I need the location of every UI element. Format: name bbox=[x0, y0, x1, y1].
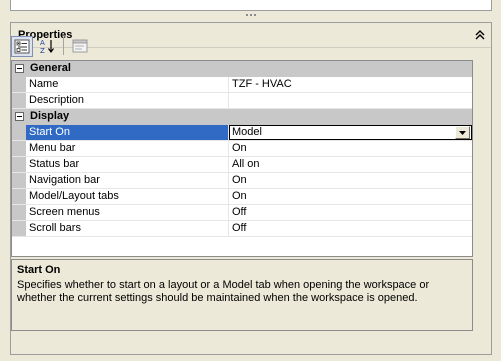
splitter-grip-icon bbox=[246, 14, 256, 16]
row-gutter bbox=[12, 189, 26, 204]
property-row-screen-menus[interactable]: Screen menus Off bbox=[12, 205, 472, 221]
property-value: Model bbox=[232, 126, 262, 138]
row-gutter bbox=[12, 125, 26, 140]
svg-text:A: A bbox=[40, 39, 45, 47]
property-value[interactable]: On bbox=[229, 141, 472, 156]
property-row-model-layout-tabs[interactable]: Model/Layout tabs On bbox=[12, 189, 472, 205]
property-name: Scroll bars bbox=[26, 221, 229, 236]
property-value[interactable]: All on bbox=[229, 157, 472, 172]
property-name: Start On bbox=[26, 125, 229, 140]
property-name: Name bbox=[26, 77, 229, 92]
row-gutter bbox=[12, 205, 26, 220]
row-gutter bbox=[12, 221, 26, 236]
property-value[interactable]: Off bbox=[229, 205, 472, 220]
property-pages-icon[interactable] bbox=[69, 36, 91, 57]
property-name: Description bbox=[26, 93, 229, 108]
row-gutter bbox=[12, 173, 26, 188]
property-value[interactable]: On bbox=[229, 189, 472, 204]
chevron-down-icon[interactable] bbox=[455, 126, 470, 139]
property-value[interactable]: On bbox=[229, 173, 472, 188]
category-label: General bbox=[30, 62, 71, 74]
row-gutter bbox=[12, 157, 26, 172]
property-row-status-bar[interactable]: Status bar All on bbox=[12, 157, 472, 173]
categorized-view-icon[interactable] bbox=[11, 35, 33, 57]
collapse-minus-icon[interactable] bbox=[12, 109, 26, 124]
toolbar-separator bbox=[63, 37, 64, 55]
property-row-description[interactable]: Description bbox=[12, 93, 472, 109]
property-name: Menu bar bbox=[26, 141, 229, 156]
property-name: Navigation bar bbox=[26, 173, 229, 188]
category-display[interactable]: Display bbox=[12, 109, 472, 125]
start-on-dropdown[interactable]: Model bbox=[229, 125, 472, 140]
property-grid: General Name TZF - HVAC Description Disp… bbox=[11, 60, 473, 257]
property-value[interactable] bbox=[229, 93, 472, 108]
property-value[interactable]: TZF - HVAC bbox=[229, 77, 472, 92]
alphabetical-sort-icon[interactable]: A Z bbox=[36, 36, 58, 57]
svg-text:Z: Z bbox=[40, 47, 45, 54]
collapse-minus-icon[interactable] bbox=[12, 61, 26, 76]
panel-splitter[interactable] bbox=[10, 11, 492, 22]
collapse-chevron-icon[interactable] bbox=[473, 28, 487, 42]
property-value[interactable]: Off bbox=[229, 221, 472, 236]
property-row-scroll-bars[interactable]: Scroll bars Off bbox=[12, 221, 472, 237]
row-gutter bbox=[12, 141, 26, 156]
row-gutter bbox=[12, 77, 26, 92]
property-row-navigation-bar[interactable]: Navigation bar On bbox=[12, 173, 472, 189]
content-area-above bbox=[10, 0, 492, 11]
property-name: Model/Layout tabs bbox=[26, 189, 229, 204]
category-general[interactable]: General bbox=[12, 61, 472, 77]
property-row-name[interactable]: Name TZF - HVAC bbox=[12, 77, 472, 93]
description-text: Specifies whether to start on a layout o… bbox=[17, 279, 430, 304]
description-panel: Start On Specifies whether to start on a… bbox=[11, 259, 473, 331]
property-row-start-on[interactable]: Start On Model bbox=[12, 125, 472, 141]
property-row-menu-bar[interactable]: Menu bar On bbox=[12, 141, 472, 157]
category-label: Display bbox=[30, 110, 70, 122]
description-title: Start On bbox=[17, 264, 61, 276]
property-name: Status bar bbox=[26, 157, 229, 172]
row-gutter bbox=[12, 93, 26, 108]
properties-toolbar: A Z bbox=[11, 35, 91, 57]
property-name: Screen menus bbox=[26, 205, 229, 220]
